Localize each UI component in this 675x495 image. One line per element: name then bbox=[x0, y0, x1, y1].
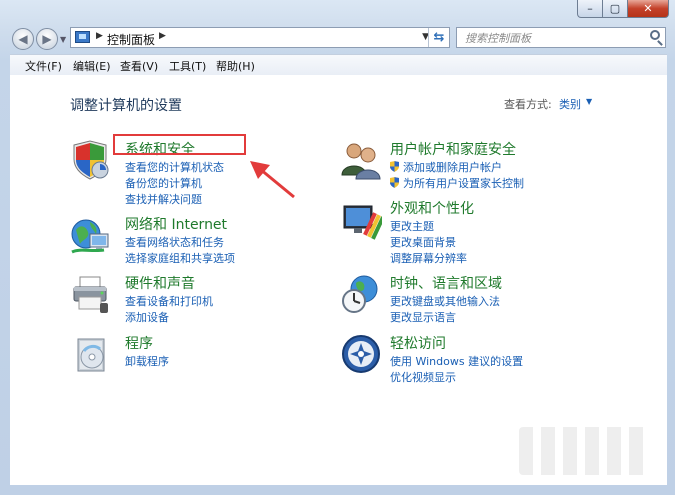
network-globe-icon bbox=[71, 219, 109, 254]
close-button[interactable]: ✕ bbox=[627, 0, 669, 18]
minimize-button[interactable]: – bbox=[577, 0, 603, 18]
ease-of-access-icon bbox=[342, 335, 380, 373]
menu-help[interactable]: 帮助(H) bbox=[216, 58, 255, 74]
category-link[interactable]: 为所有用户设置家长控制 bbox=[390, 175, 524, 191]
page-title: 调整计算机的设置 bbox=[70, 98, 182, 114]
category-heading[interactable]: 用户帐户和家庭安全 bbox=[390, 139, 516, 159]
users-icon bbox=[341, 143, 381, 180]
annotation-arrow-icon bbox=[250, 161, 295, 199]
content-area: 调整计算机的设置 查看方式: 类别 ▼ 系统和安全 查看您的计算机状态 备份您的… bbox=[10, 75, 667, 485]
category-link[interactable]: 优化视频显示 bbox=[390, 369, 456, 385]
category-heading[interactable]: 外观和个性化 bbox=[390, 198, 474, 218]
forward-arrow-icon: ▶ bbox=[42, 32, 52, 46]
shield-icon bbox=[73, 140, 109, 180]
breadcrumb-control-panel[interactable]: 控制面板 bbox=[107, 31, 155, 48]
category-heading[interactable]: 轻松访问 bbox=[390, 333, 446, 353]
uac-shield-icon bbox=[390, 161, 399, 172]
chevron-down-icon[interactable]: ▼ bbox=[586, 97, 592, 106]
category-heading[interactable]: 网络和 Internet bbox=[125, 214, 227, 234]
view-by-dropdown[interactable]: 类别 bbox=[559, 96, 581, 112]
category-link[interactable]: 更改桌面背景 bbox=[390, 234, 456, 250]
category-link[interactable]: 卸载程序 bbox=[125, 353, 169, 369]
watermark bbox=[519, 427, 649, 475]
programs-icon bbox=[77, 338, 105, 372]
appearance-icon bbox=[343, 205, 382, 240]
search-input[interactable] bbox=[463, 29, 637, 48]
category-link[interactable]: 备份您的计算机 bbox=[125, 175, 202, 191]
category-link[interactable]: 调整屏幕分辨率 bbox=[390, 250, 467, 266]
clock-globe-icon bbox=[342, 275, 378, 313]
breadcrumb-separator-icon[interactable]: ▶ bbox=[96, 31, 103, 41]
back-arrow-icon: ◀ bbox=[18, 32, 28, 46]
category-link-text: 为所有用户设置家长控制 bbox=[403, 177, 524, 190]
category-heading[interactable]: 程序 bbox=[125, 333, 153, 353]
menu-bar: 文件(F) 编辑(E) 查看(V) 工具(T) 帮助(H) bbox=[10, 54, 667, 76]
category-heading[interactable]: 硬件和声音 bbox=[125, 273, 195, 293]
menu-view[interactable]: 查看(V) bbox=[120, 58, 158, 74]
back-button[interactable]: ◀ bbox=[12, 28, 34, 50]
search-icon[interactable] bbox=[650, 30, 660, 40]
address-bar[interactable]: ▶ 控制面板 ▶ ▼ bbox=[70, 27, 450, 48]
refresh-icon: ⇆ bbox=[433, 30, 445, 45]
category-link[interactable]: 查看设备和打印机 bbox=[125, 293, 213, 309]
category-link-text: 添加或删除用户帐户 bbox=[403, 161, 502, 174]
category-link[interactable]: 查看您的计算机状态 bbox=[125, 159, 224, 175]
category-link[interactable]: 查看网络状态和任务 bbox=[125, 234, 224, 250]
category-link[interactable]: 查找并解决问题 bbox=[125, 191, 202, 207]
search-box[interactable] bbox=[456, 27, 666, 48]
view-by-label: 查看方式: bbox=[504, 98, 552, 111]
category-link[interactable]: 选择家庭组和共享选项 bbox=[125, 250, 235, 266]
category-link[interactable]: 添加设备 bbox=[125, 309, 169, 325]
category-link[interactable]: 更改主题 bbox=[390, 218, 434, 234]
control-panel-icon bbox=[75, 31, 90, 43]
recent-pages-dropdown-icon[interactable]: ▼ bbox=[60, 35, 66, 44]
category-link[interactable]: 使用 Windows 建议的设置 bbox=[390, 353, 523, 369]
forward-button[interactable]: ▶ bbox=[36, 28, 58, 50]
menu-file[interactable]: 文件(F) bbox=[25, 58, 62, 74]
refresh-button[interactable]: ⇆ bbox=[428, 28, 449, 47]
control-panel-window: – ▢ ✕ ◀ ▶ ▼ ▶ 控制面板 ▶ ▼ ⇆ 文件(F) 编辑(E) 查看(… bbox=[0, 0, 675, 495]
uac-shield-icon bbox=[390, 177, 399, 188]
category-link[interactable]: 更改键盘或其他输入法 bbox=[390, 293, 500, 309]
annotation-highlight-box bbox=[113, 134, 246, 155]
printer-icon bbox=[73, 276, 108, 313]
menu-tools[interactable]: 工具(T) bbox=[169, 58, 206, 74]
menu-edit[interactable]: 编辑(E) bbox=[73, 58, 111, 74]
category-link[interactable]: 更改显示语言 bbox=[390, 309, 456, 325]
breadcrumb-separator-icon[interactable]: ▶ bbox=[159, 31, 166, 41]
maximize-button[interactable]: ▢ bbox=[602, 0, 628, 18]
category-link[interactable]: 添加或删除用户帐户 bbox=[390, 159, 502, 175]
category-heading[interactable]: 时钟、语言和区域 bbox=[390, 273, 502, 293]
